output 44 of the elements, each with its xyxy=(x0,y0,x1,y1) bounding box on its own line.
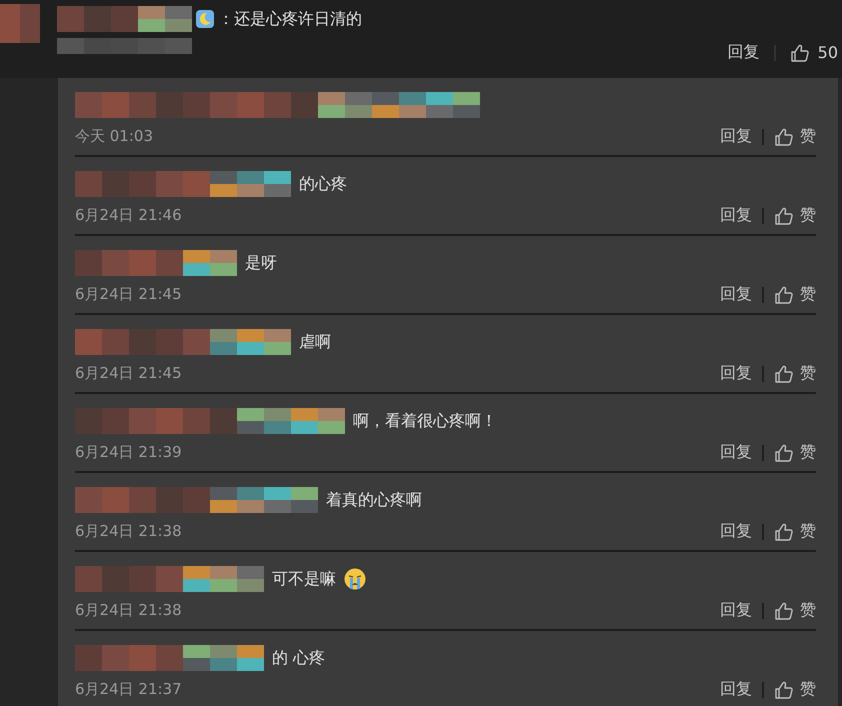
reply-link[interactable]: 回复 xyxy=(728,42,760,63)
reply-text: 虐啊 xyxy=(299,332,331,352)
reply-time: 6月24日 21:45 xyxy=(75,364,182,383)
like-link[interactable]: 赞 xyxy=(800,521,816,542)
reply-link[interactable]: 回复 xyxy=(720,126,752,147)
pixelated-mosaic xyxy=(0,4,40,43)
like-link[interactable]: 赞 xyxy=(800,284,816,305)
thumbs-up-icon[interactable] xyxy=(774,364,794,384)
reply-link[interactable]: 回复 xyxy=(720,679,752,700)
reply-time: 今天 01:03 xyxy=(75,127,153,146)
thumbs-up-icon[interactable] xyxy=(774,522,794,542)
reply-time: 6月24日 21:38 xyxy=(75,522,182,541)
reply-text: 可不是嘛 xyxy=(272,568,336,590)
reply-time: 6月24日 21:39 xyxy=(75,443,182,462)
like-link[interactable]: 赞 xyxy=(800,600,816,621)
reply-time: 6月24日 21:37 xyxy=(75,680,182,699)
reply-link[interactable]: 回复 xyxy=(720,442,752,463)
comment-text: ：还是心疼许日清的 xyxy=(218,8,362,30)
reply-link[interactable]: 回复 xyxy=(720,363,752,384)
reply-link[interactable]: 回复 xyxy=(720,205,752,226)
like-link[interactable]: 赞 xyxy=(800,126,816,147)
like-link[interactable]: 赞 xyxy=(800,679,816,700)
reply-text: 的 心疼 xyxy=(272,648,326,668)
reply-text: 是呀 xyxy=(245,252,277,274)
reply-link[interactable]: 回复 xyxy=(720,521,752,542)
thumbs-up-icon[interactable] xyxy=(790,42,810,62)
reply-text: 啊，看着很心疼啊！ xyxy=(353,410,497,432)
like-link[interactable]: 赞 xyxy=(800,363,816,384)
reply-link[interactable]: 回复 xyxy=(720,600,752,621)
reply-link[interactable]: 回复 xyxy=(720,284,752,305)
like-count: 50 xyxy=(818,43,838,62)
thumbs-up-icon[interactable] xyxy=(774,442,794,462)
thumbs-up-icon[interactable] xyxy=(774,284,794,304)
reply-time: 6月24日 21:45 xyxy=(75,285,182,304)
reply-text: 着真的心疼啊 xyxy=(326,490,422,510)
reply-time: 6月24日 21:38 xyxy=(75,601,182,620)
like-link[interactable]: 赞 xyxy=(800,205,816,226)
thumbs-up-icon[interactable] xyxy=(774,126,794,146)
thumbs-up-icon[interactable] xyxy=(774,600,794,620)
reply-time: 6月24日 21:46 xyxy=(75,206,182,225)
reply-text: 的心疼 xyxy=(299,174,347,194)
thumbs-up-icon[interactable] xyxy=(774,680,794,700)
thumbs-up-icon[interactable] xyxy=(774,206,794,226)
like-link[interactable]: 赞 xyxy=(800,442,816,463)
